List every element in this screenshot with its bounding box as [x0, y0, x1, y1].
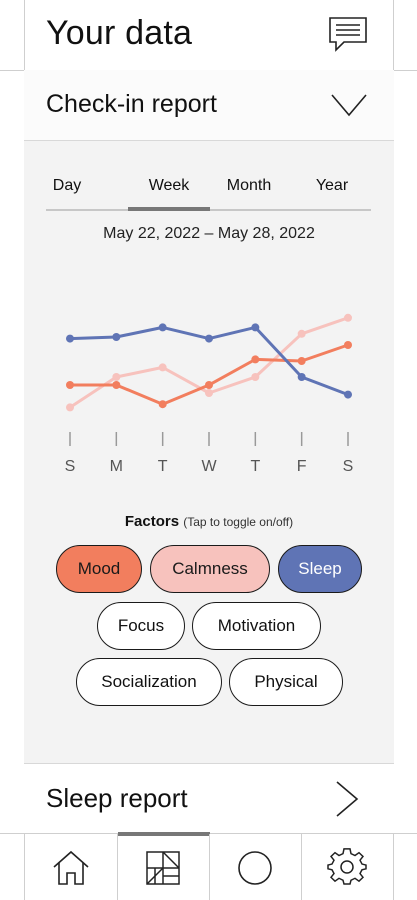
data-point-calmness: [112, 373, 121, 381]
data-point-mood: [297, 357, 306, 365]
data-point-sleep: [344, 390, 352, 399]
nav-data[interactable]: [117, 834, 209, 900]
x-tick-label: W: [201, 458, 217, 475]
chevron-right-icon[interactable]: [334, 780, 360, 818]
x-tick-label: T: [158, 458, 168, 475]
checkin-report-panel: Day Week Month Year May 22, 2022 – May 2…: [24, 141, 394, 763]
x-tick-label: F: [297, 458, 307, 475]
data-point-calmness: [66, 403, 74, 412]
data-point-mood: [344, 341, 352, 349]
data-point-sleep: [297, 373, 306, 381]
data-point-mood: [158, 400, 167, 409]
tab-year[interactable]: Year: [308, 177, 356, 195]
data-point-mood: [205, 381, 213, 389]
circle-icon: [238, 850, 272, 885]
factor-toggle-sleep[interactable]: Sleep: [278, 545, 362, 593]
checkin-report-label: Check-in report: [46, 90, 217, 118]
factor-toggle-socialization[interactable]: Socialization: [76, 658, 222, 706]
sleep-report-label: Sleep report: [46, 783, 188, 813]
factor-toggle-focus[interactable]: Focus: [97, 602, 185, 650]
data-point-calmness: [251, 373, 260, 381]
x-tick-label: T: [250, 458, 260, 475]
data-point-mood: [112, 381, 121, 389]
page-title: Your data: [46, 14, 193, 52]
data-point-sleep: [112, 333, 121, 341]
data-point-calmness: [205, 389, 213, 397]
checkin-report-header[interactable]: Check-in report: [24, 70, 394, 141]
data-point-sleep: [205, 334, 213, 343]
gear-icon: [327, 847, 367, 885]
factor-toggle-mood[interactable]: Mood: [56, 545, 142, 593]
factor-toggle-motivation[interactable]: Motivation: [192, 602, 321, 650]
data-grid-icon: [146, 850, 180, 885]
x-tick-label: M: [110, 458, 123, 475]
data-point-sleep: [251, 323, 260, 332]
home-icon: [52, 850, 89, 885]
period-tabs: Day Week Month Year: [46, 177, 371, 211]
factors-heading: Factors (Tap to toggle on/off): [24, 513, 394, 530]
active-tab-indicator: [128, 207, 210, 211]
app-header: Your data: [0, 0, 417, 70]
tab-month[interactable]: Month: [216, 177, 282, 195]
x-tick-label: S: [343, 458, 354, 475]
data-point-calmness: [158, 363, 167, 372]
data-point-mood: [251, 355, 260, 364]
factor-toggle-calmness[interactable]: Calmness: [150, 545, 270, 593]
tab-day[interactable]: Day: [44, 177, 90, 195]
chevron-down-icon[interactable]: [330, 92, 368, 118]
bottom-nav: [0, 832, 417, 900]
data-point-calmness: [297, 329, 306, 338]
factor-toggle-physical[interactable]: Physical: [229, 658, 343, 706]
tab-week[interactable]: Week: [128, 177, 210, 195]
nav-checkin[interactable]: [209, 834, 301, 900]
nav-home[interactable]: [24, 834, 117, 900]
data-point-calmness: [344, 313, 352, 322]
nav-separator: [393, 834, 394, 900]
chat-bubble-icon[interactable]: [328, 16, 368, 54]
nav-settings[interactable]: [301, 834, 393, 900]
data-point-sleep: [66, 334, 74, 343]
x-tick-label: S: [65, 458, 76, 475]
sleep-report-row[interactable]: Sleep report: [24, 763, 394, 833]
data-point-mood: [66, 381, 74, 389]
factors-line-chart: SMTWTFS: [65, 313, 354, 475]
date-range: May 22, 2022 – May 28, 2022: [103, 225, 315, 242]
factors-title: Factors: [124, 513, 180, 530]
factors-hint: (Tap to toggle on/off): [183, 515, 294, 529]
data-point-sleep: [158, 323, 167, 332]
